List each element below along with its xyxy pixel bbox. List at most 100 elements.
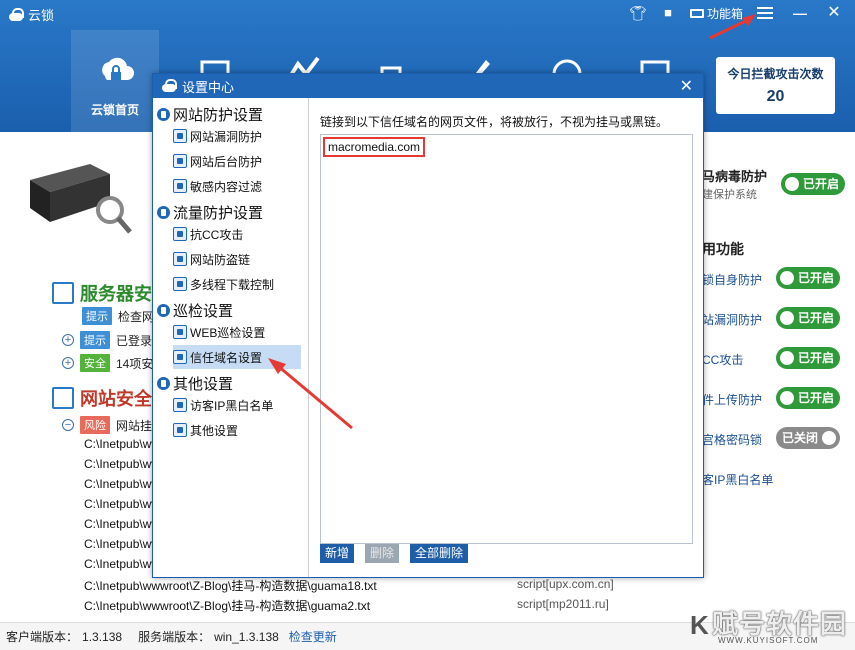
trusted-domain-icon <box>173 350 187 364</box>
minimize-icon[interactable]: — <box>790 4 810 22</box>
nav-home-tab[interactable]: 云锁首页 <box>71 30 159 132</box>
site-protection-icon <box>157 108 170 121</box>
intercept-count: 20 <box>766 88 785 105</box>
client-version-value: 1.3.138 <box>82 629 123 644</box>
file-path: C:\Inetpub\wwwroot\Z-Blog\挂马-构造数据\guama2… <box>84 599 371 613</box>
nav-home-label: 云锁首页 <box>90 103 139 117</box>
trusted-domain-description: 链接到以下信任域名的网页文件，将被放行，不视为挂马或黑链。 <box>320 115 669 129</box>
list-item-text: 检查网 <box>118 309 155 324</box>
func-box-button[interactable]: 功能箱 <box>690 5 743 22</box>
nav-item-download[interactable]: 多线程下载控制 <box>173 272 301 296</box>
collapse-icon[interactable]: − <box>62 419 74 431</box>
message-icon[interactable]: ■ <box>658 4 678 22</box>
nav-item-cc[interactable]: 抗CC攻击 <box>173 222 301 246</box>
list-item: 提示 检查网 <box>82 307 154 325</box>
dialog-title: 设置中心 <box>182 79 235 95</box>
nav-group-label: 网站防护设置 <box>173 107 264 124</box>
vuln-protection-label: 站漏洞防护 <box>702 313 763 327</box>
delete-all-button[interactable]: 全部删除 <box>410 544 469 563</box>
nav-item-label: 抗CC攻击 <box>190 227 244 242</box>
nav-item-trusted-domain[interactable]: 信任域名设置 <box>173 345 301 369</box>
expand-icon[interactable]: + <box>62 357 74 369</box>
nav-item-sensitive[interactable]: 敏感内容过滤 <box>173 174 301 198</box>
nav-item-vuln[interactable]: 网站漏洞防护 <box>173 124 301 148</box>
status-badge: 提示 <box>82 307 112 325</box>
grid-password-toggle[interactable]: 已关闭 <box>776 427 840 449</box>
nav-group-label: 其他设置 <box>173 376 234 393</box>
list-item-text: 已登录 <box>116 333 153 348</box>
virus-protection-title: 马病毒防护 <box>702 169 768 184</box>
nav-group-site-protection[interactable]: 网站防护设置 <box>157 104 263 125</box>
upload-protection-label: 件上传防护 <box>702 393 763 407</box>
dialog-close-icon[interactable]: ✕ <box>680 76 693 96</box>
self-protection-toggle[interactable]: 已开启 <box>776 267 840 289</box>
dialog-title-bar[interactable]: 设置中心 ✕ <box>153 74 703 98</box>
server-illustration <box>30 164 132 234</box>
server-version-label: 服务端版本： <box>138 630 211 644</box>
ip-list-link[interactable]: 客IP黑白名单 <box>702 471 773 488</box>
status-badge: 提示 <box>80 331 110 349</box>
list-item: + 提示 已登录 <box>62 331 152 349</box>
watermark-logo-icon: K <box>690 610 709 640</box>
file-path: C:\Inetpub\ww <box>84 497 161 511</box>
list-item-text: 网站挂 <box>116 418 153 433</box>
close-icon[interactable]: ✕ <box>824 4 844 22</box>
client-version-label: 客户端版本： <box>6 630 79 644</box>
nav-group-other[interactable]: 其他设置 <box>157 373 233 394</box>
trusted-domain-list[interactable]: macromedia.com <box>320 134 693 544</box>
menu-icon[interactable] <box>757 7 773 20</box>
nav-item-label: 其他设置 <box>190 423 239 438</box>
file-path: C:\Inetpub\ww <box>84 517 161 531</box>
report-icon <box>52 282 74 304</box>
dialog-logo-icon <box>161 79 177 93</box>
other-settings-icon <box>157 377 170 390</box>
file-path: C:\Inetpub\ww <box>84 457 161 471</box>
vuln-protection-toggle[interactable]: 已开启 <box>776 307 840 329</box>
status-badge: 风险 <box>80 416 110 434</box>
nav-item-other[interactable]: 其他设置 <box>173 418 301 442</box>
cc-attack-toggle[interactable]: 已开启 <box>776 347 840 369</box>
delete-button[interactable]: 删除 <box>365 544 400 563</box>
nav-item-backend[interactable]: 网站后台防护 <box>173 149 301 173</box>
file-path: C:\Inetpub\ww <box>84 557 161 571</box>
nav-item-hotlink[interactable]: 网站防盗链 <box>173 247 301 271</box>
inspection-icon <box>157 304 170 317</box>
upload-protection-toggle[interactable]: 已开启 <box>776 387 840 409</box>
app-logo-icon <box>8 7 24 22</box>
nav-item-web-inspection[interactable]: WEB巡检设置 <box>173 320 301 344</box>
nav-item-label: 敏感内容过滤 <box>190 179 263 194</box>
cc-icon <box>173 227 187 241</box>
report-icon <box>52 387 74 409</box>
grid-password-label: 宫格密码锁 <box>702 433 763 447</box>
nav-group-label: 流量防护设置 <box>173 205 264 222</box>
nav-item-label: 网站后台防护 <box>190 154 263 169</box>
nav-item-ip-list[interactable]: 访客IP黑白名单 <box>173 393 301 417</box>
server-security-title: 服务器安 <box>80 284 152 304</box>
intercept-counter: 今日拦截攻击次数 20 <box>716 57 835 114</box>
check-update-link[interactable]: 检查更新 <box>289 628 337 645</box>
nav-group-traffic[interactable]: 流量防护设置 <box>157 202 263 223</box>
func-box-label: 功能箱 <box>707 7 744 21</box>
nav-item-label: 访客IP黑白名单 <box>190 398 274 413</box>
server-version-value: win_1.3.138 <box>214 629 279 644</box>
gear-icon <box>173 423 187 437</box>
skin-icon[interactable]: 👕︎ <box>628 4 648 22</box>
filter-icon <box>173 179 187 193</box>
nav-item-label: 多线程下载控制 <box>190 277 275 292</box>
virus-protection-subtitle: 建保护系统 <box>702 189 757 201</box>
virus-protection-toggle[interactable]: 已开启 <box>781 173 845 195</box>
script-source: script[upx.com.cn] <box>517 577 614 591</box>
script-source: script[mp2011.ru] <box>517 597 609 611</box>
nav-item-label: 信任域名设置 <box>190 350 263 365</box>
status-badge: 安全 <box>80 354 110 372</box>
site-security-heading: 网站安全 <box>52 385 152 411</box>
app-title-text: 云锁 <box>28 8 55 23</box>
list-item: − 风险 网站挂 <box>62 416 152 434</box>
add-button[interactable]: 新增 <box>320 544 355 563</box>
watermark-url: WWW.KUYISOFT.COM <box>718 636 819 645</box>
settings-nav: 网站防护设置 网站漏洞防护 网站后台防护 敏感内容过滤 流量防护设置 抗CC攻击… <box>153 98 309 577</box>
nav-group-inspection[interactable]: 巡检设置 <box>157 300 233 321</box>
expand-icon[interactable]: + <box>62 334 74 346</box>
user-icon <box>173 398 187 412</box>
list-item[interactable]: macromedia.com <box>323 137 426 157</box>
